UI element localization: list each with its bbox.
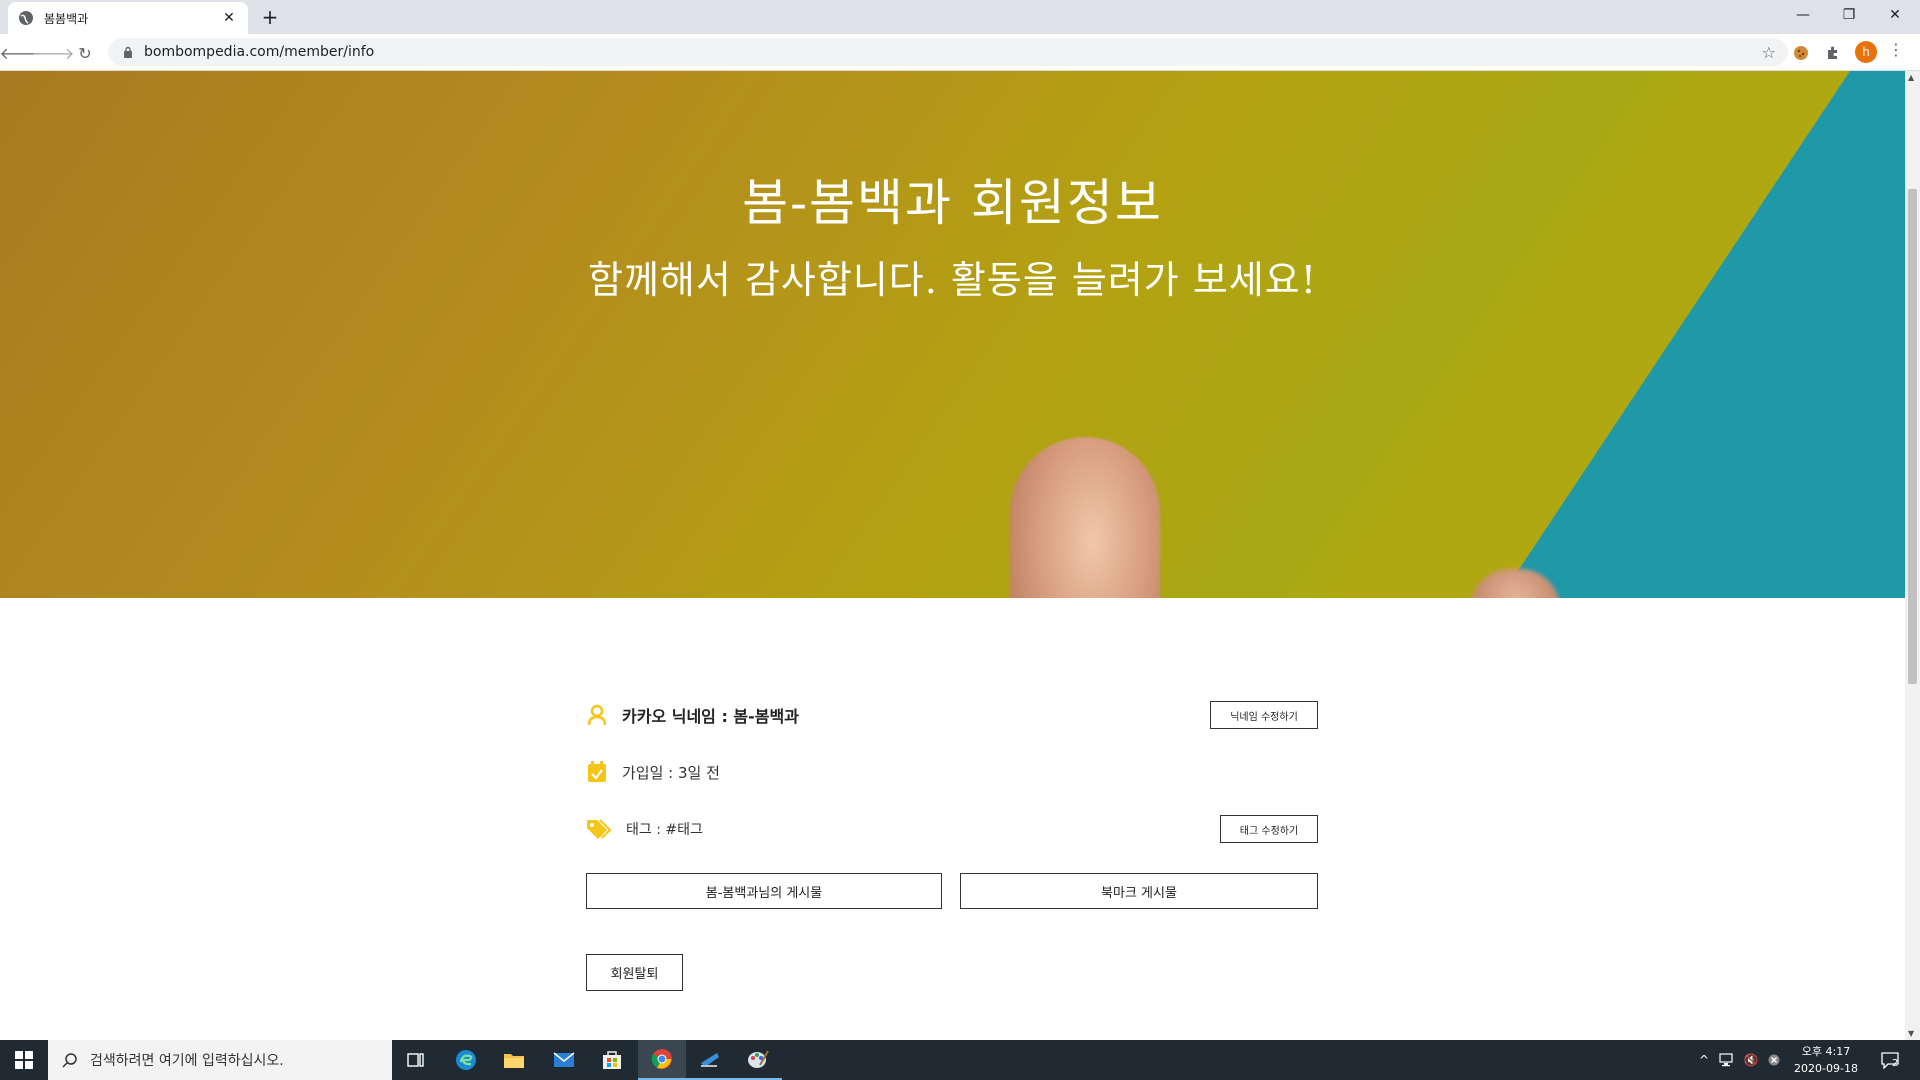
- search-icon: [62, 1053, 77, 1068]
- clock-date: 2020-09-18: [1794, 1062, 1858, 1075]
- lock-icon: [124, 46, 132, 58]
- hero-banner: 봄-봄백과 회원정보 함께해서 감사합니다. 활동을 늘려가 보세요!: [0, 71, 1905, 598]
- windows-logo-icon: [15, 1051, 33, 1069]
- reload-button[interactable]: ↻: [72, 40, 98, 66]
- address-bar[interactable]: bombompedia.com/member/info ☆: [108, 38, 1788, 66]
- minimize-button[interactable]: —: [1780, 0, 1826, 30]
- file-explorer-icon[interactable]: [490, 1040, 538, 1080]
- forward-button[interactable]: 🡒: [32, 40, 75, 66]
- my-posts-button[interactable]: 봄-봄백과님의 게시물: [586, 873, 942, 909]
- notification-count: 2: [1892, 1058, 1899, 1069]
- new-tab-button[interactable]: +: [258, 5, 282, 29]
- back-button[interactable]: 🡐: [0, 40, 42, 66]
- restore-button[interactable]: ❐: [1826, 0, 1872, 30]
- edit-tags-button[interactable]: 태그 수정하기: [1220, 815, 1318, 843]
- edit-nickname-button[interactable]: 닉네임 수정하기: [1210, 701, 1318, 729]
- globe-icon: [19, 11, 33, 25]
- hero-blue-panel: [1500, 71, 1905, 598]
- nickname-text: 카카오 닉네임 : 봄-봄백과: [622, 707, 799, 726]
- hero-title: 봄-봄백과 회원정보: [742, 174, 1163, 232]
- search-placeholder: 검색하려면 여기에 입력하십시오.: [90, 1053, 284, 1069]
- hero-subtitle: 함께해서 감사합니다. 활동을 늘려가 보세요!: [588, 258, 1317, 302]
- hero-finger-image: [1010, 437, 1160, 598]
- page-scrollbar[interactable]: ▲ ▼: [1905, 71, 1920, 1040]
- bookmark-star-icon[interactable]: ☆: [1762, 43, 1776, 62]
- profile-avatar[interactable]: h: [1855, 41, 1877, 63]
- volume-muted-icon[interactable]: 🔇: [1740, 1040, 1762, 1080]
- browser-tab-strip: 봄봄백과 ✕ + — ❐ ✕: [0, 0, 1920, 34]
- browser-menu-icon[interactable]: ⋮: [1888, 40, 1904, 59]
- scroll-thumb[interactable]: [1908, 189, 1917, 684]
- taskbar-clock[interactable]: 오후 4:17 2020-09-18: [1790, 1043, 1862, 1077]
- network-icon[interactable]: [1716, 1040, 1738, 1080]
- taskbar-search-box[interactable]: 검색하려면 여기에 입력하십시오.: [48, 1040, 392, 1080]
- task-view-icon[interactable]: [392, 1040, 440, 1080]
- clock-time: 오후 4:17: [1801, 1045, 1851, 1058]
- cookie-extension-icon[interactable]: [1790, 42, 1812, 64]
- browser-tab[interactable]: 봄봄백과 ✕: [8, 2, 248, 34]
- store-icon[interactable]: [588, 1040, 636, 1080]
- nickname-row: 카카오 닉네임 : 봄-봄백과 닉네임 수정하기: [586, 701, 1318, 729]
- scroll-up-icon[interactable]: ▲: [1908, 73, 1914, 82]
- scroll-down-icon[interactable]: ▼: [1908, 1029, 1914, 1038]
- puzzle-extensions-icon[interactable]: [1822, 42, 1844, 64]
- remote-desktop-icon[interactable]: [686, 1040, 734, 1080]
- tags-row: 태그 : #태그 태그 수정하기: [586, 815, 1318, 843]
- joined-row: 가입일 : 3일 전: [586, 758, 1318, 786]
- error-status-icon[interactable]: [1764, 1040, 1784, 1080]
- joined-text: 가입일 : 3일 전: [622, 763, 720, 782]
- show-hidden-icons-icon[interactable]: ^: [1696, 1040, 1712, 1080]
- page-viewport: 봄-봄백과 회원정보 함께해서 감사합니다. 활동을 늘려가 보세요! 카카오 …: [0, 71, 1920, 1040]
- notification-center-icon[interactable]: 2: [1872, 1040, 1908, 1080]
- tags-text: 태그 : #태그: [626, 822, 703, 838]
- paint-icon[interactable]: [734, 1040, 782, 1080]
- mail-icon[interactable]: [540, 1040, 588, 1080]
- chrome-icon[interactable]: [638, 1040, 686, 1080]
- start-button[interactable]: [0, 1040, 48, 1080]
- tab-title: 봄봄백과: [44, 11, 89, 26]
- windows-taskbar: 검색하려면 여기에 입력하십시오. ^ 🔇 오후 4:17 2020-09-18…: [0, 1040, 1920, 1080]
- tags-icon: [586, 818, 612, 840]
- user-icon: [586, 704, 608, 726]
- browser-toolbar: 🡐 🡒 ↻ bombompedia.com/member/info ☆: [0, 34, 1920, 71]
- edge-browser-icon[interactable]: [442, 1040, 490, 1080]
- calendar-check-icon: [586, 761, 608, 783]
- url-text: bombompedia.com/member/info: [144, 44, 375, 60]
- close-window-button[interactable]: ✕: [1872, 0, 1918, 30]
- withdraw-button[interactable]: 회원탈퇴: [586, 954, 683, 991]
- close-tab-icon[interactable]: ✕: [220, 10, 238, 26]
- bookmarks-button[interactable]: 북마크 게시물: [960, 873, 1318, 909]
